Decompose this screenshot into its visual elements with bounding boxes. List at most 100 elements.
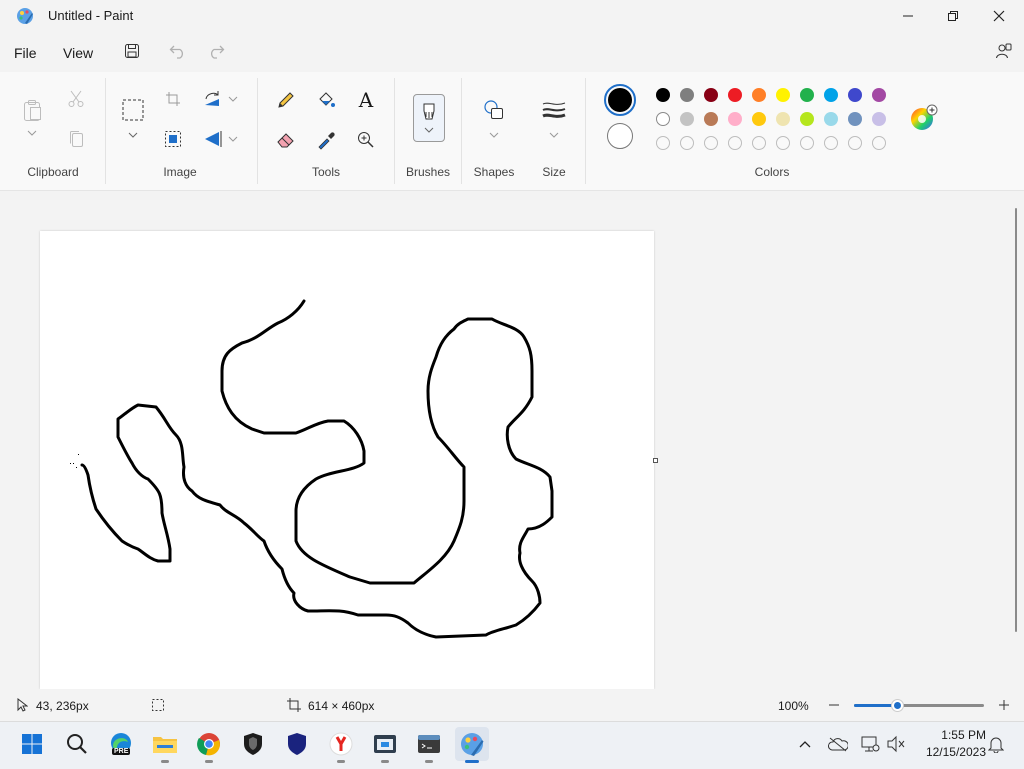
zoom-out-button[interactable]: [826, 698, 842, 712]
palette-custom-color-slot[interactable]: [752, 136, 766, 150]
chevron-down-icon: [549, 132, 559, 138]
taskbar-edge-preview[interactable]: PRE: [104, 727, 138, 761]
notifications-button[interactable]: [986, 734, 1006, 754]
vertical-scrollbar[interactable]: [1015, 208, 1017, 632]
zoom-slider[interactable]: [854, 699, 984, 712]
palette-color-swatch[interactable]: [800, 112, 814, 126]
size-button[interactable]: [540, 98, 568, 122]
shapes-button[interactable]: [480, 96, 508, 124]
primary-color-button[interactable]: [604, 84, 636, 116]
onedrive-tray-button[interactable]: [828, 734, 848, 754]
palette-color-swatch[interactable]: [824, 112, 838, 126]
zoom-slider-thumb[interactable]: [890, 699, 904, 712]
palette-custom-color-slot[interactable]: [704, 136, 718, 150]
account-button[interactable]: [992, 40, 1016, 62]
zoom-in-button[interactable]: [996, 698, 1012, 712]
taskbar-vpn-app[interactable]: [280, 727, 314, 761]
network-tray-button[interactable]: [860, 734, 880, 754]
palette-custom-color-slot[interactable]: [656, 136, 670, 150]
clock-date[interactable]: 12/15/2023: [916, 745, 986, 759]
brush-icon: [423, 103, 435, 120]
fill-tool-button[interactable]: [314, 88, 338, 112]
volume-muted-icon: [887, 735, 905, 753]
taskbar-file-explorer[interactable]: [148, 727, 182, 763]
start-button[interactable]: [15, 727, 49, 761]
search-button[interactable]: [60, 727, 94, 761]
shapes-dropdown[interactable]: [487, 128, 501, 142]
palette-color-swatch[interactable]: [776, 112, 790, 126]
palette-color-swatch[interactable]: [752, 88, 766, 102]
paste-dropdown[interactable]: [24, 126, 40, 140]
palette-custom-color-slot[interactable]: [728, 136, 742, 150]
eraser-tool-button[interactable]: [274, 128, 298, 152]
view-menu[interactable]: View: [63, 43, 93, 63]
taskbar-paint-active[interactable]: [455, 727, 489, 763]
palette-custom-color-slot[interactable]: [872, 136, 886, 150]
palette-custom-color-slot[interactable]: [776, 136, 790, 150]
file-menu[interactable]: File: [14, 43, 37, 63]
palette-color-swatch[interactable]: [728, 112, 742, 126]
palette-color-swatch[interactable]: [824, 88, 838, 102]
chevron-down-icon: [424, 127, 434, 133]
text-tool-button[interactable]: A: [354, 88, 378, 112]
palette-color-swatch[interactable]: [800, 88, 814, 102]
restore-button[interactable]: [930, 0, 976, 32]
resize-button[interactable]: [162, 128, 184, 150]
palette-custom-color-slot[interactable]: [680, 136, 694, 150]
brushes-button[interactable]: [413, 94, 445, 142]
palette-color-swatch[interactable]: [872, 88, 886, 102]
taskbar-yandex-browser[interactable]: [324, 727, 358, 763]
palette-custom-color-slot[interactable]: [824, 136, 838, 150]
close-button[interactable]: [976, 0, 1022, 32]
edit-colors-button[interactable]: [908, 103, 938, 133]
copy-button[interactable]: [64, 128, 88, 150]
cut-button[interactable]: [64, 88, 88, 110]
select-button[interactable]: [120, 97, 146, 123]
drawing-canvas[interactable]: [40, 231, 654, 689]
crop-button[interactable]: [162, 88, 184, 110]
palette-color-swatch[interactable]: [872, 112, 886, 126]
chevron-up-icon: [799, 741, 811, 748]
palette-color-swatch[interactable]: [680, 88, 694, 102]
taskbar-chrome[interactable]: [192, 727, 226, 763]
flip-dropdown[interactable]: [226, 132, 240, 146]
palette-color-swatch[interactable]: [848, 112, 862, 126]
tools-group-label: Tools: [311, 165, 340, 179]
pencil-tool-button[interactable]: [274, 88, 298, 112]
minimize-button[interactable]: [885, 0, 931, 32]
palette-custom-color-slot[interactable]: [848, 136, 862, 150]
taskbar-terminal[interactable]: [412, 727, 446, 763]
palette-color-swatch[interactable]: [728, 88, 742, 102]
palette-color-swatch[interactable]: [656, 112, 670, 126]
palette-color-swatch[interactable]: [752, 112, 766, 126]
select-dropdown[interactable]: [126, 128, 140, 142]
save-button[interactable]: [120, 40, 144, 62]
show-hidden-icons-button[interactable]: [797, 736, 813, 752]
undo-button[interactable]: [166, 40, 190, 62]
canvas-resize-handle[interactable]: [653, 458, 658, 463]
color-picker-button[interactable]: [314, 128, 338, 152]
secondary-color-button[interactable]: [607, 123, 633, 149]
volume-tray-button[interactable]: [886, 734, 906, 754]
selection-rectangle-icon: [122, 99, 144, 121]
clock-time[interactable]: 1:55 PM: [930, 728, 986, 742]
rotate-button[interactable]: [202, 88, 224, 110]
palette-color-swatch[interactable]: [848, 88, 862, 102]
redo-button[interactable]: [204, 40, 228, 62]
undo-icon: [169, 45, 184, 59]
palette-color-swatch[interactable]: [776, 88, 790, 102]
palette-color-swatch[interactable]: [680, 112, 694, 126]
palette-color-swatch[interactable]: [704, 88, 718, 102]
palette-custom-color-slot[interactable]: [800, 136, 814, 150]
magnifier-button[interactable]: [354, 128, 378, 152]
palette-color-swatch[interactable]: [704, 112, 718, 126]
rotate-dropdown[interactable]: [226, 92, 240, 106]
flip-button[interactable]: [202, 128, 224, 150]
crop-icon: [166, 92, 180, 106]
shield-app-icon: [288, 733, 306, 755]
palette-color-swatch[interactable]: [656, 88, 670, 102]
size-dropdown[interactable]: [547, 128, 561, 142]
paste-button[interactable]: [20, 96, 44, 124]
taskbar-store[interactable]: [368, 727, 402, 763]
taskbar-dark-browser[interactable]: [236, 727, 270, 761]
